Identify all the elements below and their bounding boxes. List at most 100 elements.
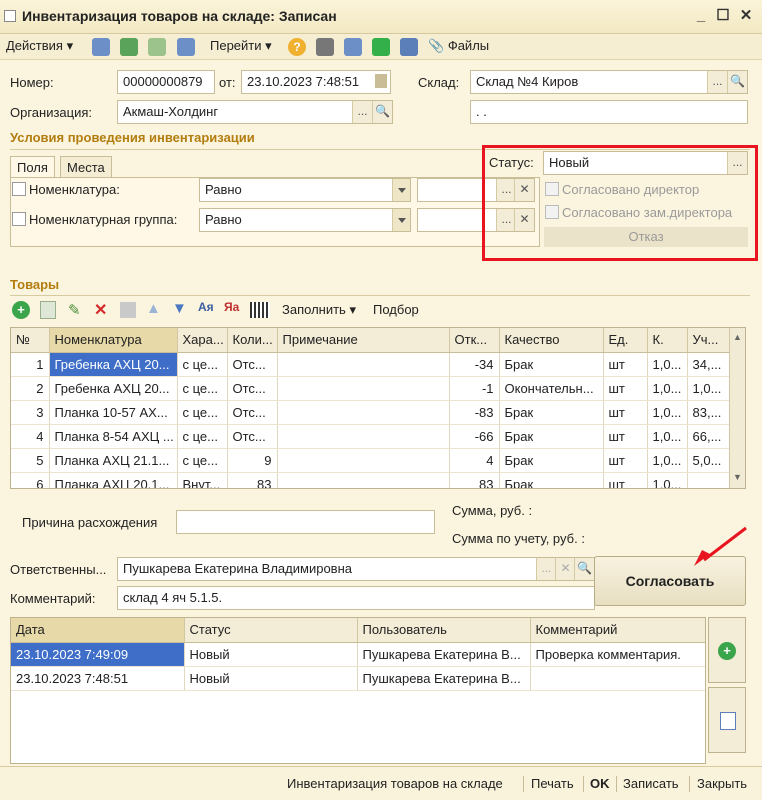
copy-icon[interactable] xyxy=(148,38,166,56)
scroll-down-icon[interactable]: ▼ xyxy=(733,472,742,482)
minimize-button[interactable]: _ xyxy=(692,7,710,25)
table-row[interactable]: 5 Планка АХЦ 21.1... с це... 9 4 Брак шт… xyxy=(11,448,730,473)
nomenclature-checkbox[interactable] xyxy=(12,182,26,196)
col-status[interactable]: Статус xyxy=(184,618,358,643)
org-search-icon[interactable]: 🔍 xyxy=(372,101,392,123)
structure-icon[interactable] xyxy=(177,38,195,56)
table-row[interactable]: 6 Планка АХЦ 20.1... Внут... 83 83 Брак … xyxy=(11,472,730,488)
add-icon[interactable]: + xyxy=(12,301,30,319)
table-row[interactable]: 3 Планка 10-57 АХ... с це... Отс... -83 … xyxy=(11,400,730,425)
extra-field[interactable]: . . xyxy=(470,100,748,124)
responsible-select-button[interactable]: ... xyxy=(536,558,556,580)
goods-scrollbar[interactable]: ▲ ▼ xyxy=(729,328,745,488)
cell: 66,... xyxy=(687,424,730,449)
scroll-up-icon[interactable]: ▲ xyxy=(733,332,742,342)
group-condition[interactable]: Равно xyxy=(199,208,411,232)
cell xyxy=(277,400,450,425)
print-button[interactable]: Печать xyxy=(531,776,574,791)
barcode-icon[interactable] xyxy=(250,302,270,318)
pick-button[interactable]: Подбор xyxy=(373,302,419,317)
nomenclature-dropdown[interactable] xyxy=(392,179,410,201)
cell: Планка АХЦ 21.1... xyxy=(49,448,178,473)
ok-button[interactable]: OK xyxy=(590,776,610,791)
col-comment[interactable]: Комментарий xyxy=(530,618,705,643)
comment-field[interactable]: склад 4 яч 5.1.5. xyxy=(117,586,595,610)
history-view-button[interactable] xyxy=(708,687,746,753)
org-label: Организация: xyxy=(10,105,93,120)
table-row[interactable]: 23.10.2023 7:49:09 Новый Пушкарева Екате… xyxy=(11,642,705,667)
cell: Брак xyxy=(499,400,604,425)
responsible-search-icon[interactable]: 🔍 xyxy=(574,558,594,580)
warehouse-label: Склад: xyxy=(418,75,460,90)
reason-field[interactable] xyxy=(176,510,435,534)
nomenclature-condition[interactable]: Равно xyxy=(199,178,411,202)
approved-deputy-checkbox[interactable] xyxy=(545,205,559,219)
col-number[interactable]: № xyxy=(11,328,50,353)
responsible-field[interactable]: Пушкарева Екатерина Владимировна xyxy=(117,557,595,581)
list-icon[interactable] xyxy=(316,38,334,56)
copy-row-icon[interactable] xyxy=(40,301,56,319)
edit-icon[interactable]: ✎ xyxy=(68,301,81,319)
tab-places[interactable]: Места xyxy=(60,156,112,178)
cell: шт xyxy=(603,448,648,473)
col-accounting[interactable]: Уч... xyxy=(687,328,730,353)
number-field[interactable]: 00000000879 xyxy=(117,70,215,94)
move-down-icon[interactable]: ▼ xyxy=(172,300,187,317)
approved-director-checkbox[interactable] xyxy=(545,182,559,196)
close-button[interactable]: ✕ xyxy=(737,7,755,25)
col-note[interactable]: Примечание xyxy=(277,328,450,353)
maximize-button[interactable]: ☐ xyxy=(714,7,732,25)
tab-fields[interactable]: Поля xyxy=(10,156,55,178)
status-field[interactable]: Новый xyxy=(543,151,748,175)
col-coef[interactable]: К. xyxy=(647,328,688,353)
status-select-button[interactable]: ... xyxy=(727,152,747,174)
cell: 5 xyxy=(11,448,50,473)
warehouse-select-button[interactable]: ... xyxy=(707,71,727,93)
cell: 34,... xyxy=(687,352,730,377)
refresh-icon[interactable] xyxy=(120,38,138,56)
doc-link[interactable]: Инвентаризация товаров на складе xyxy=(287,776,503,791)
col-user[interactable]: Пользователь xyxy=(357,618,531,643)
move-up-icon[interactable]: ▲ xyxy=(146,300,161,317)
cell: 3 xyxy=(11,400,50,425)
goto-menu[interactable]: Перейти ▾ xyxy=(210,38,272,54)
table-row[interactable]: 23.10.2023 7:48:51 Новый Пушкарева Екате… xyxy=(11,666,705,691)
group-checkbox[interactable] xyxy=(12,212,26,226)
delete-icon[interactable]: ✕ xyxy=(94,300,107,320)
table-row[interactable]: 2 Гребенка АХЦ 20... с це... Отс... -1 О… xyxy=(11,376,730,401)
history-add-button[interactable]: + xyxy=(708,617,746,683)
post-icon[interactable] xyxy=(92,38,110,56)
group-dropdown[interactable] xyxy=(392,209,410,231)
approved-deputy-label: Согласовано зам.директора xyxy=(562,205,733,220)
col-quality[interactable]: Качество xyxy=(499,328,604,353)
date-field[interactable]: 23.10.2023 7:48:51 xyxy=(241,70,391,94)
table-row[interactable]: 4 Планка 8-54 АХЦ ... с це... Отс... -66… xyxy=(11,424,730,449)
cell: Планка 10-57 АХ... xyxy=(49,400,178,425)
help-icon[interactable]: ? xyxy=(288,38,306,56)
checklist-icon[interactable] xyxy=(344,38,362,56)
warehouse-search-icon[interactable]: 🔍 xyxy=(727,71,747,93)
sort-asc-icon[interactable]: Ая xyxy=(198,300,214,314)
green-square-icon[interactable] xyxy=(372,38,390,56)
org-select-button[interactable]: ... xyxy=(352,101,372,123)
cell: 2 xyxy=(11,376,50,401)
reject-button[interactable]: Отказ xyxy=(544,227,748,247)
sort-desc-icon[interactable]: Яа xyxy=(224,300,239,314)
files-button[interactable]: 📎 Файлы xyxy=(428,38,489,54)
col-quantity[interactable]: Коли... xyxy=(227,328,278,353)
save-button[interactable]: Записать xyxy=(623,776,679,791)
actions-menu[interactable]: Действия ▾ xyxy=(6,38,73,54)
col-date[interactable]: Дата xyxy=(11,618,185,643)
table-row[interactable]: 1 Гребенка АХЦ 20... с це... Отс... -34 … xyxy=(11,352,730,377)
col-deviation[interactable]: Отк... xyxy=(449,328,500,353)
save-row-icon[interactable] xyxy=(120,302,136,318)
col-nomenclature[interactable]: Номенклатура xyxy=(49,328,178,353)
close-link[interactable]: Закрыть xyxy=(697,776,747,791)
col-unit[interactable]: Ед. xyxy=(603,328,648,353)
cell: шт xyxy=(603,400,648,425)
calendar-icon[interactable] xyxy=(375,74,387,88)
responsible-clear-icon[interactable]: ✕ xyxy=(555,558,575,580)
fill-menu[interactable]: Заполнить ▾ xyxy=(282,302,356,318)
report-icon[interactable] xyxy=(400,38,418,56)
col-characteristic[interactable]: Хара... xyxy=(177,328,228,353)
